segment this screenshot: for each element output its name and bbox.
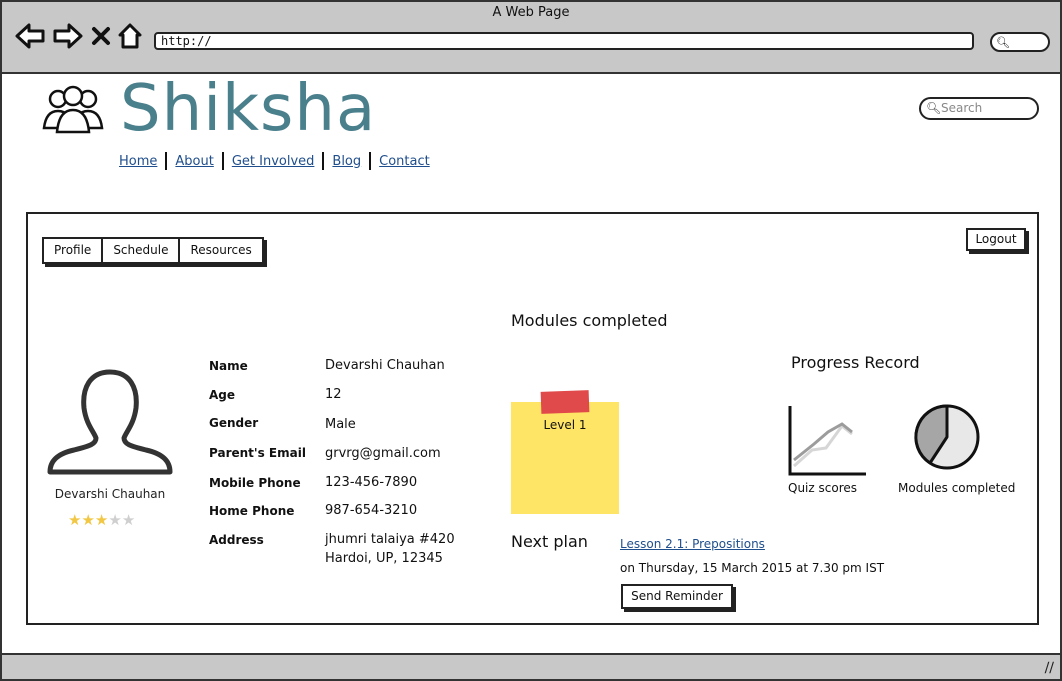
tab-profile[interactable]: Profile: [44, 239, 104, 262]
forward-arrow-icon[interactable]: [52, 22, 84, 50]
field-value-parent-email: grvrg@gmail.com: [325, 446, 441, 461]
nav-blog[interactable]: Blog: [332, 154, 361, 169]
field-label-address: Address: [209, 533, 264, 547]
browser-search-field[interactable]: 🔍︎: [990, 32, 1050, 52]
main-nav: Home About Get Involved Blog Contact: [119, 152, 430, 170]
search-placeholder: Search: [941, 101, 983, 115]
tab-resources[interactable]: Resources: [180, 239, 261, 262]
student-name: Devarshi Chauhan: [54, 487, 166, 501]
pie-chart-icon: [914, 404, 980, 470]
field-value-address-line1: jhumri talaiya #420: [325, 532, 455, 547]
field-label-name: Name: [209, 359, 248, 373]
field-value-age: 12: [325, 387, 342, 402]
browser-status-bar: ∕∕: [0, 653, 1062, 681]
nav-divider: [369, 152, 372, 170]
nav-contact[interactable]: Contact: [379, 154, 430, 169]
nav-divider: [221, 152, 224, 170]
tab-bar: Profile Schedule Resources: [42, 237, 264, 264]
sticky-note-label: Level 1: [543, 418, 587, 432]
field-label-age: Age: [209, 388, 236, 402]
window-title: A Web Page: [492, 5, 570, 20]
modules-completed-caption: Modules completed: [898, 481, 1016, 495]
field-label-home-phone: Home Phone: [209, 504, 295, 518]
people-group-icon: [42, 85, 104, 134]
logout-button[interactable]: Logout: [966, 228, 1026, 251]
resize-grip-icon[interactable]: ∕∕: [1045, 660, 1054, 676]
avatar: [47, 369, 173, 475]
line-chart-icon: [788, 406, 866, 476]
nav-about[interactable]: About: [175, 154, 213, 169]
home-icon[interactable]: [117, 22, 143, 50]
send-reminder-button[interactable]: Send Reminder: [621, 584, 733, 609]
star-rating: ★★★★★: [68, 511, 135, 529]
star-icon: ★: [94, 511, 109, 529]
field-value-home-phone: 987-654-3210: [325, 503, 418, 518]
field-value-gender: Male: [325, 417, 356, 432]
url-bar[interactable]: http://: [154, 32, 974, 50]
field-value-name: Devarshi Chauhan: [325, 358, 445, 373]
field-label-parent-email: Parent's Email: [209, 446, 306, 460]
lesson-link[interactable]: Lesson 2.1: Prepositions: [620, 537, 765, 551]
progress-heading: Progress Record: [791, 353, 920, 372]
sticky-tape: [540, 390, 590, 414]
search-input[interactable]: 🔍︎ Search: [919, 97, 1039, 120]
search-icon: 🔍︎: [926, 101, 942, 115]
tab-schedule[interactable]: Schedule: [103, 239, 181, 262]
search-icon: 🔍︎: [996, 36, 1010, 49]
star-icon: ★: [121, 511, 136, 529]
nav-get-involved[interactable]: Get Involved: [232, 154, 315, 169]
modules-heading: Modules completed: [511, 311, 668, 330]
back-arrow-icon[interactable]: [14, 22, 46, 50]
close-icon[interactable]: [91, 26, 111, 46]
nav-home[interactable]: Home: [119, 154, 157, 169]
field-label-gender: Gender: [209, 416, 259, 430]
field-value-address-line2: Hardoi, UP, 12345: [325, 551, 443, 566]
star-icon: ★: [108, 511, 122, 529]
star-icon: ★: [81, 511, 95, 529]
nav-divider: [322, 152, 325, 170]
quiz-scores-caption: Quiz scores: [788, 481, 857, 495]
site-title: Shiksha: [120, 72, 377, 146]
field-label-mobile-phone: Mobile Phone: [209, 476, 301, 490]
next-plan-heading: Next plan: [511, 532, 588, 551]
field-value-mobile-phone: 123-456-7890: [325, 475, 418, 490]
nav-divider: [165, 152, 168, 170]
star-icon: ★: [68, 511, 82, 529]
lesson-time: on Thursday, 15 March 2015 at 7.30 pm IS…: [620, 561, 885, 575]
